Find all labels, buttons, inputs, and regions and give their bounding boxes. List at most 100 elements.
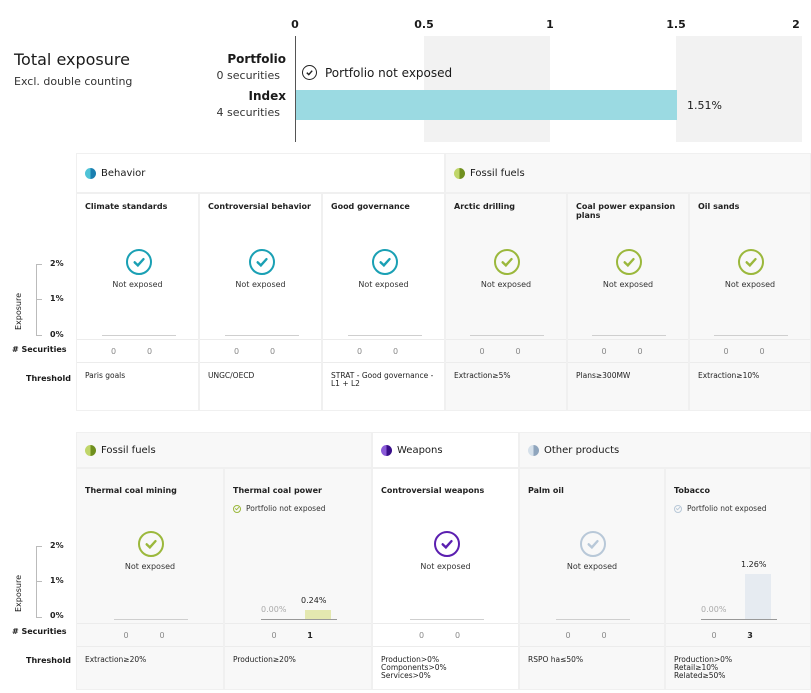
not-exposed-label: Not exposed <box>420 562 471 571</box>
index-securities-count: 0 <box>601 631 607 640</box>
portfolio-securities-count: 0 <box>110 347 117 356</box>
threshold-text: Paris goals <box>85 371 126 380</box>
axis-tick-1-5: 1.5 <box>666 18 686 31</box>
divider <box>446 339 566 340</box>
category-title: Coal power expansion plans <box>576 202 676 220</box>
axis-tick-2: 2 <box>792 18 800 31</box>
securities-row-label: # Securities <box>12 345 67 354</box>
index-exposure-bar <box>296 90 677 120</box>
group-name: Behavior <box>101 167 146 179</box>
not-exposed-label: Not exposed <box>566 562 618 571</box>
category-column: Oil sands Not exposed 0 0 Extraction≥10% <box>689 193 811 411</box>
portfolio-securities-count: 0 <box>565 631 571 640</box>
category-title: Climate standards <box>85 202 168 211</box>
threshold-text: RSPO ha≤50% <box>528 655 584 664</box>
y-axis-label: Exposure <box>14 574 23 612</box>
portfolio-not-exposed-note: Portfolio not exposed <box>674 504 766 513</box>
not-exposed-label: Not exposed <box>124 562 176 571</box>
pie-chart-icon <box>381 444 392 456</box>
axis-band-1 <box>424 36 550 142</box>
group-header-fossil-fuels: Fossil fuels <box>445 153 811 193</box>
portfolio-status-text: Portfolio not exposed <box>325 65 453 80</box>
category-column: Climate standards Not exposed 0 0 Paris goal… <box>76 193 199 411</box>
index-securities-count: 0 <box>392 347 399 356</box>
divider <box>446 362 566 363</box>
category-column: Good governance Not exposed 0 0 STRAT - Good… <box>322 193 445 411</box>
category-title: Thermal coal power <box>233 486 322 495</box>
category-column: Thermal coal power Portfolio not exposed 0… <box>224 468 372 690</box>
pie-chart-icon <box>85 167 96 179</box>
baseline <box>556 619 630 620</box>
index-exposure-bar <box>305 610 331 619</box>
index-pct: 0.24% <box>301 596 327 605</box>
index-securities-count: 0 <box>515 347 521 356</box>
category-title: Arctic drilling <box>454 202 516 211</box>
divider <box>200 339 321 340</box>
portfolio-label: Portfolio <box>227 52 286 66</box>
y-tick-mark <box>36 299 42 300</box>
category-column: Controversial weapons Not exposed 0 0 Produc… <box>372 468 519 690</box>
portfolio-securities-count: 0 <box>123 631 129 640</box>
y-axis-label: Exposure <box>14 292 23 330</box>
category-title: Palm oil <box>528 486 564 495</box>
baseline <box>101 335 176 336</box>
not-exposed-label: Not exposed <box>358 280 409 289</box>
portfolio-status: Portfolio not exposed <box>302 65 452 80</box>
axis-zero-line <box>295 36 296 142</box>
index-securities-count: 1 <box>307 631 313 640</box>
not-exposed-label: Not exposed <box>235 280 286 289</box>
category-column: Palm oil Not exposed 0 0 RSPO ha≤50% <box>519 468 665 690</box>
check-circle-icon <box>233 504 241 513</box>
divider <box>77 362 198 363</box>
category-title: Thermal coal mining <box>85 486 177 495</box>
portfolio-securities-count: 0 <box>723 347 729 356</box>
group-name: Fossil fuels <box>101 444 156 456</box>
portfolio-not-exposed-note: Portfolio not exposed <box>233 504 325 513</box>
threshold-row-label: Threshold <box>26 374 71 383</box>
index-securities-count: 0 <box>146 347 153 356</box>
divider <box>323 339 444 340</box>
portfolio-not-exposed-text: Portfolio not exposed <box>687 504 767 513</box>
threshold-text: Plans≥300MW <box>576 371 631 380</box>
index-securities-count: 0 <box>269 347 276 356</box>
baseline <box>114 619 188 620</box>
index-securities-count: 0 <box>159 631 165 640</box>
divider <box>225 646 371 647</box>
y-tick-2: 2% <box>50 259 64 268</box>
axis-tick-1: 1 <box>546 18 554 31</box>
portfolio-securities-count: 0 <box>271 631 277 640</box>
y-tick-mark <box>36 264 42 265</box>
baseline <box>224 335 299 336</box>
baseline <box>347 335 422 336</box>
axis-band-2 <box>676 36 802 142</box>
group-name: Fossil fuels <box>470 167 525 179</box>
divider <box>568 339 688 340</box>
threshold-text: Extraction≥20% <box>85 655 147 664</box>
index-securities-count: 0 <box>759 347 765 356</box>
portfolio-securities-count: 0 <box>601 347 607 356</box>
pie-chart-icon <box>454 167 465 179</box>
portfolio-pct: 0.00% <box>261 605 287 614</box>
check-circle-icon <box>371 249 398 275</box>
check-circle-icon <box>125 249 152 275</box>
divider <box>666 646 810 647</box>
baseline <box>701 619 777 620</box>
not-exposed-label: Not exposed <box>602 280 654 289</box>
category-column: Thermal coal mining Not exposed 0 0 Extracti… <box>76 468 224 690</box>
portfolio-count: 0 securities <box>216 69 280 82</box>
threshold-text: Extraction≥5% <box>454 371 511 380</box>
not-exposed-label: Not exposed <box>480 280 532 289</box>
category-title: Good governance <box>331 202 410 211</box>
total-exposure-subtitle: Excl. double counting <box>14 75 133 88</box>
check-circle-icon <box>674 504 682 513</box>
divider <box>666 623 810 624</box>
check-circle-icon <box>302 65 317 80</box>
index-exposure-bar <box>745 574 771 619</box>
group-header-fossil-fuels-2: Fossil fuels <box>76 432 372 468</box>
group-header-weapons: Weapons <box>372 432 519 468</box>
baseline <box>714 335 788 336</box>
category-title: Tobacco <box>674 486 710 495</box>
divider <box>568 362 688 363</box>
index-label: Index <box>248 89 286 103</box>
divider <box>323 362 444 363</box>
